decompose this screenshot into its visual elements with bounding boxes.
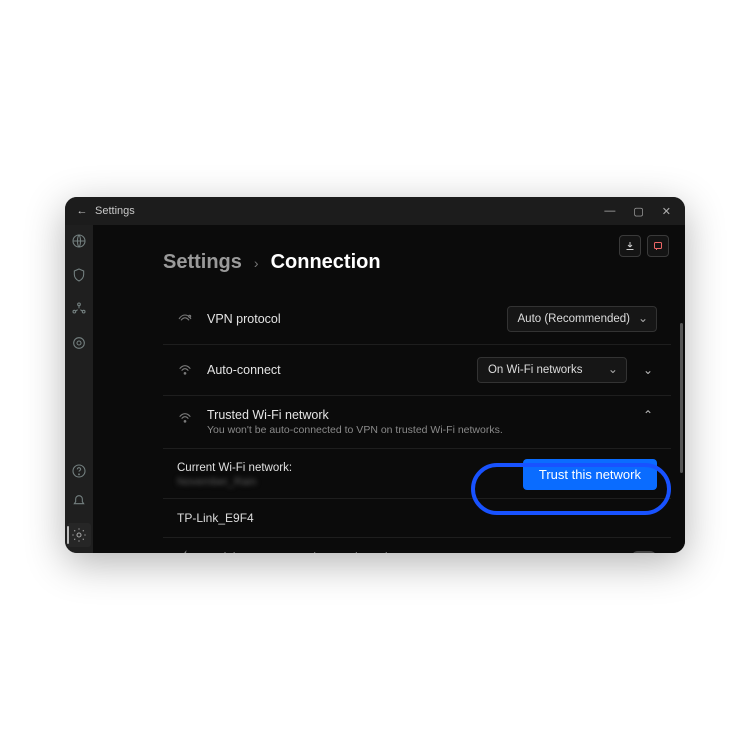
target-icon[interactable] — [71, 335, 87, 351]
feedback-button[interactable] — [647, 235, 669, 257]
current-network-label: Current Wi-Fi network: — [177, 462, 292, 474]
minimize-button[interactable]: — — [604, 205, 615, 218]
scrollbar[interactable] — [680, 323, 683, 473]
trust-network-button[interactable]: Trust this network — [523, 459, 657, 490]
autoconnect-label: Auto-connect — [207, 363, 281, 377]
autoconnect-icon — [177, 362, 195, 378]
window-controls: — ▢ ✕ — [604, 205, 677, 218]
settings-icon[interactable] — [67, 523, 91, 547]
breadcrumb: Settings › Connection — [93, 225, 685, 274]
back-button[interactable]: ← — [73, 205, 91, 217]
help-icon[interactable] — [71, 463, 87, 479]
autoconnect-expand[interactable]: ⌄ — [639, 363, 657, 377]
chevron-right-icon: › — [254, 255, 259, 271]
current-ssid: November_Rain — [177, 476, 292, 488]
trusted-collapse[interactable]: ⌃ — [639, 408, 657, 422]
globe-icon[interactable] — [71, 233, 87, 249]
trusted-wifi-row: Trusted Wi-Fi network You won't be auto-… — [163, 396, 671, 449]
saved-network-name: TP-Link_E9F4 — [177, 511, 254, 525]
download-button[interactable] — [619, 235, 641, 257]
close-button[interactable]: ✕ — [662, 205, 671, 218]
shield-icon[interactable] — [71, 267, 87, 283]
titlebar: ← Settings — ▢ ✕ — [65, 197, 685, 225]
quick-connect-row: Quick Connect on the app launch Off — [163, 538, 671, 553]
breadcrumb-root[interactable]: Settings — [163, 251, 242, 274]
trusted-wifi-label: Trusted Wi-Fi network — [207, 408, 503, 422]
breadcrumb-current: Connection — [271, 251, 381, 274]
saved-network-row[interactable]: TP-Link_E9F4 — [163, 499, 671, 538]
titlebar-title: Settings — [95, 205, 135, 217]
quick-toggle-state: Off — [599, 552, 613, 553]
main-panel: Settings › Connection VPN protocol Auto … — [93, 225, 685, 553]
maximize-button[interactable]: ▢ — [633, 205, 643, 218]
notifications-icon[interactable] — [71, 493, 87, 509]
sidebar — [65, 225, 93, 553]
bolt-icon — [177, 550, 195, 553]
current-network-row: Current Wi-Fi network: November_Rain Tru… — [163, 449, 671, 499]
autoconnect-select[interactable]: On Wi-Fi networks — [477, 357, 627, 383]
vpn-protocol-label: VPN protocol — [207, 312, 281, 326]
vpn-protocol-row: VPN protocol Auto (Recommended) — [163, 294, 671, 345]
quick-connect-toggle[interactable] — [631, 551, 657, 553]
mesh-icon[interactable] — [71, 301, 87, 317]
wifi-icon — [177, 410, 195, 426]
autoconnect-row: Auto-connect On Wi-Fi networks ⌄ — [163, 345, 671, 396]
quick-connect-label: Quick Connect on the app launch — [207, 551, 392, 553]
vpn-protocol-select[interactable]: Auto (Recommended) — [507, 306, 658, 332]
trusted-wifi-sub: You won't be auto-connected to VPN on tr… — [207, 424, 503, 436]
app-window: ← Settings — ▢ ✕ — [65, 197, 685, 553]
protocol-icon — [177, 311, 195, 327]
